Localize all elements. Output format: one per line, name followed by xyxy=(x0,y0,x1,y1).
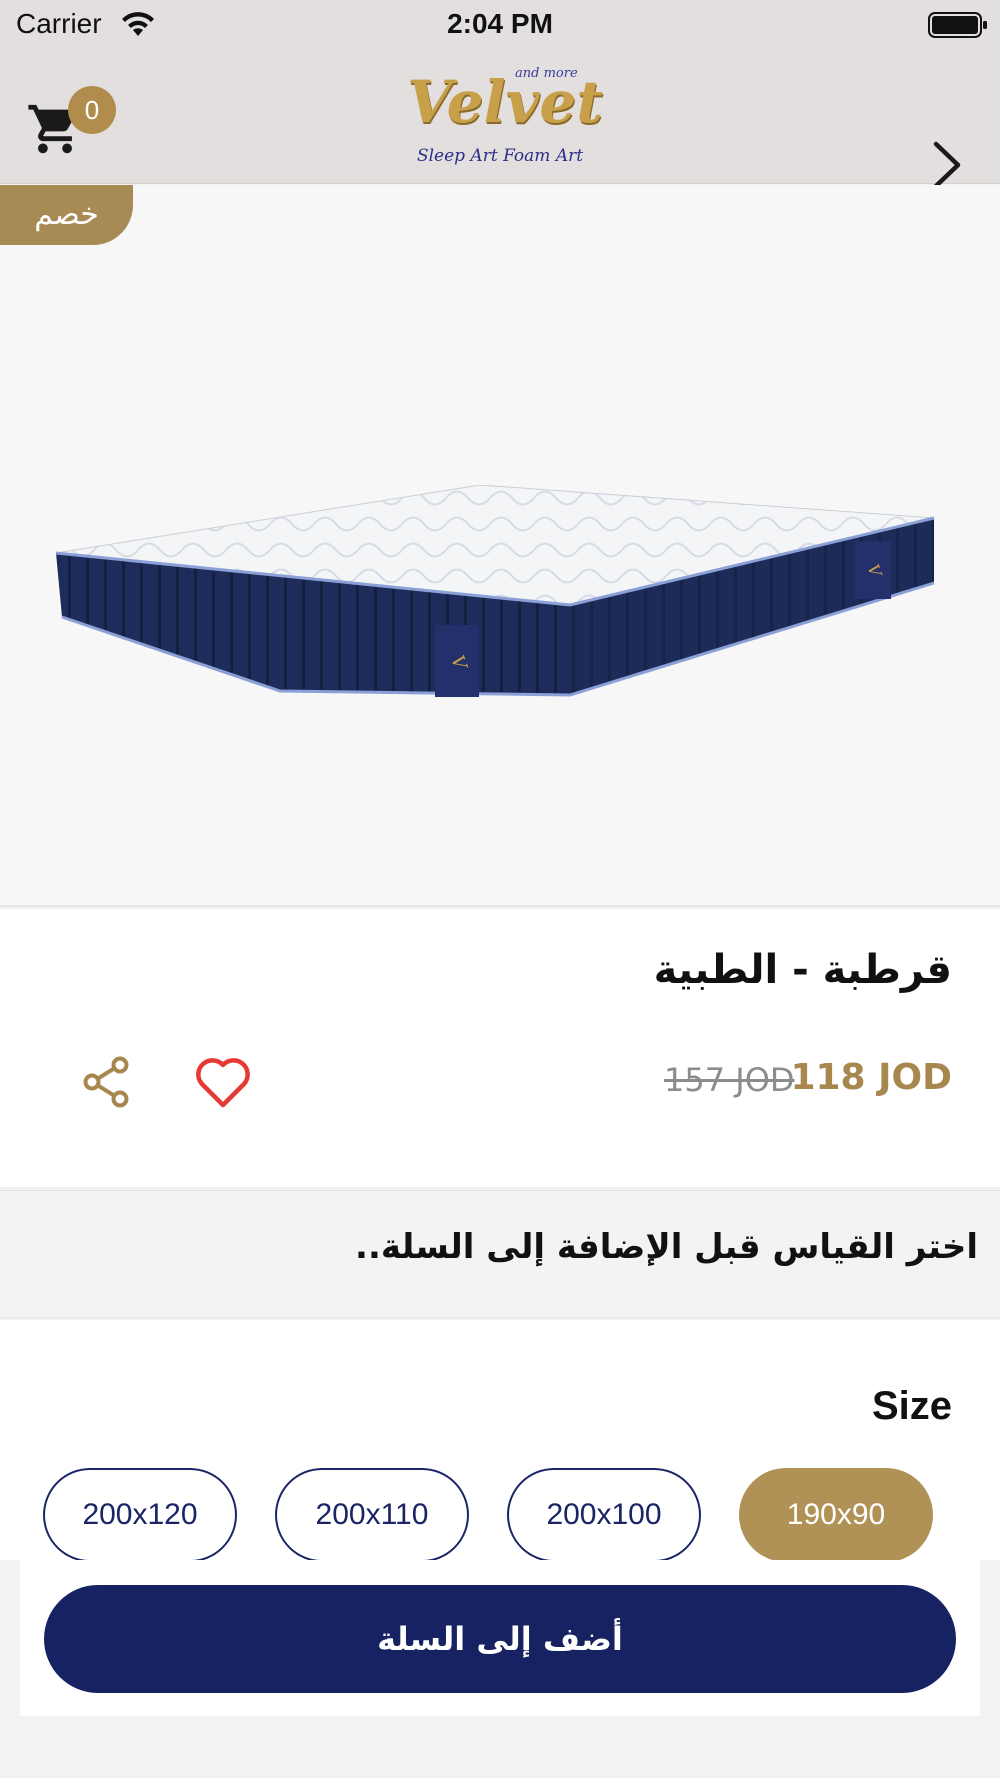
size-option-200x100[interactable]: 200x100 xyxy=(507,1468,701,1562)
product-title: قرطبة - الطبية xyxy=(653,947,952,993)
cart-count-badge: 0 xyxy=(68,86,116,134)
status-bar: Carrier 2:04 PM xyxy=(0,0,1000,50)
size-section: Size 190x90 200x100 200x110 200x120 xyxy=(0,1320,1000,1562)
size-option-200x120[interactable]: 200x120 xyxy=(43,1468,237,1562)
add-to-cart-button[interactable]: أضف إلى السلة xyxy=(44,1585,956,1693)
size-label: Size xyxy=(871,1384,952,1428)
share-icon[interactable] xyxy=(82,1055,132,1109)
product-image[interactable]: V V xyxy=(50,485,940,745)
product-image-area: خصم V V xyxy=(0,185,1000,907)
chevron-right-icon[interactable] xyxy=(930,140,964,190)
discount-badge: خصم xyxy=(0,185,133,245)
battery-icon xyxy=(928,12,987,38)
status-time: 2:04 PM xyxy=(447,8,553,39)
size-option-190x90[interactable]: 190x90 xyxy=(739,1468,933,1562)
size-option-200x110[interactable]: 200x110 xyxy=(275,1468,469,1562)
size-options: 190x90 200x100 200x110 200x120 xyxy=(0,1468,1000,1562)
size-notice-text: اختر القياس قبل الإضافة إلى السلة.. xyxy=(355,1227,978,1267)
size-notice-strip: اختر القياس قبل الإضافة إلى السلة.. xyxy=(0,1190,1000,1318)
logo-tagline: Sleep Art Foam Art xyxy=(416,146,584,166)
add-to-cart-panel: أضف إلى السلة xyxy=(20,1560,980,1716)
product-info-panel: قرطبة - الطبية 118 JOD 157 JOD xyxy=(0,909,1000,1187)
logo-main-text: Velvet xyxy=(407,68,604,136)
price-old: 157 JOD xyxy=(664,1061,795,1099)
price-current: 118 JOD xyxy=(790,1057,952,1098)
app-header: 0 and more Velvet Sleep Art Foam Art xyxy=(0,50,1000,189)
heart-icon[interactable] xyxy=(194,1055,252,1109)
brand-logo: and more Velvet Sleep Art Foam Art xyxy=(405,58,604,178)
cart-button[interactable]: 0 xyxy=(26,78,126,158)
